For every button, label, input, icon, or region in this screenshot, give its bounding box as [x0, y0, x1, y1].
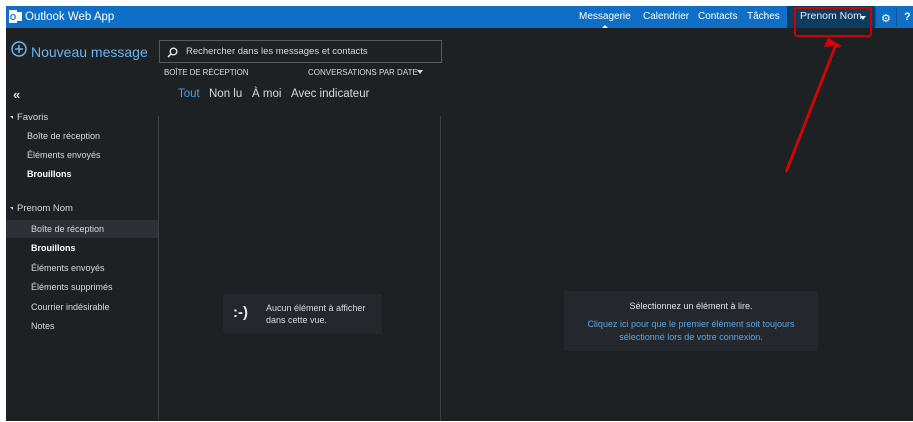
annotation-arrow-icon [785, 38, 842, 173]
outlook-web-app-window: O Outlook Web App Messagerie Calendrier … [6, 6, 913, 421]
